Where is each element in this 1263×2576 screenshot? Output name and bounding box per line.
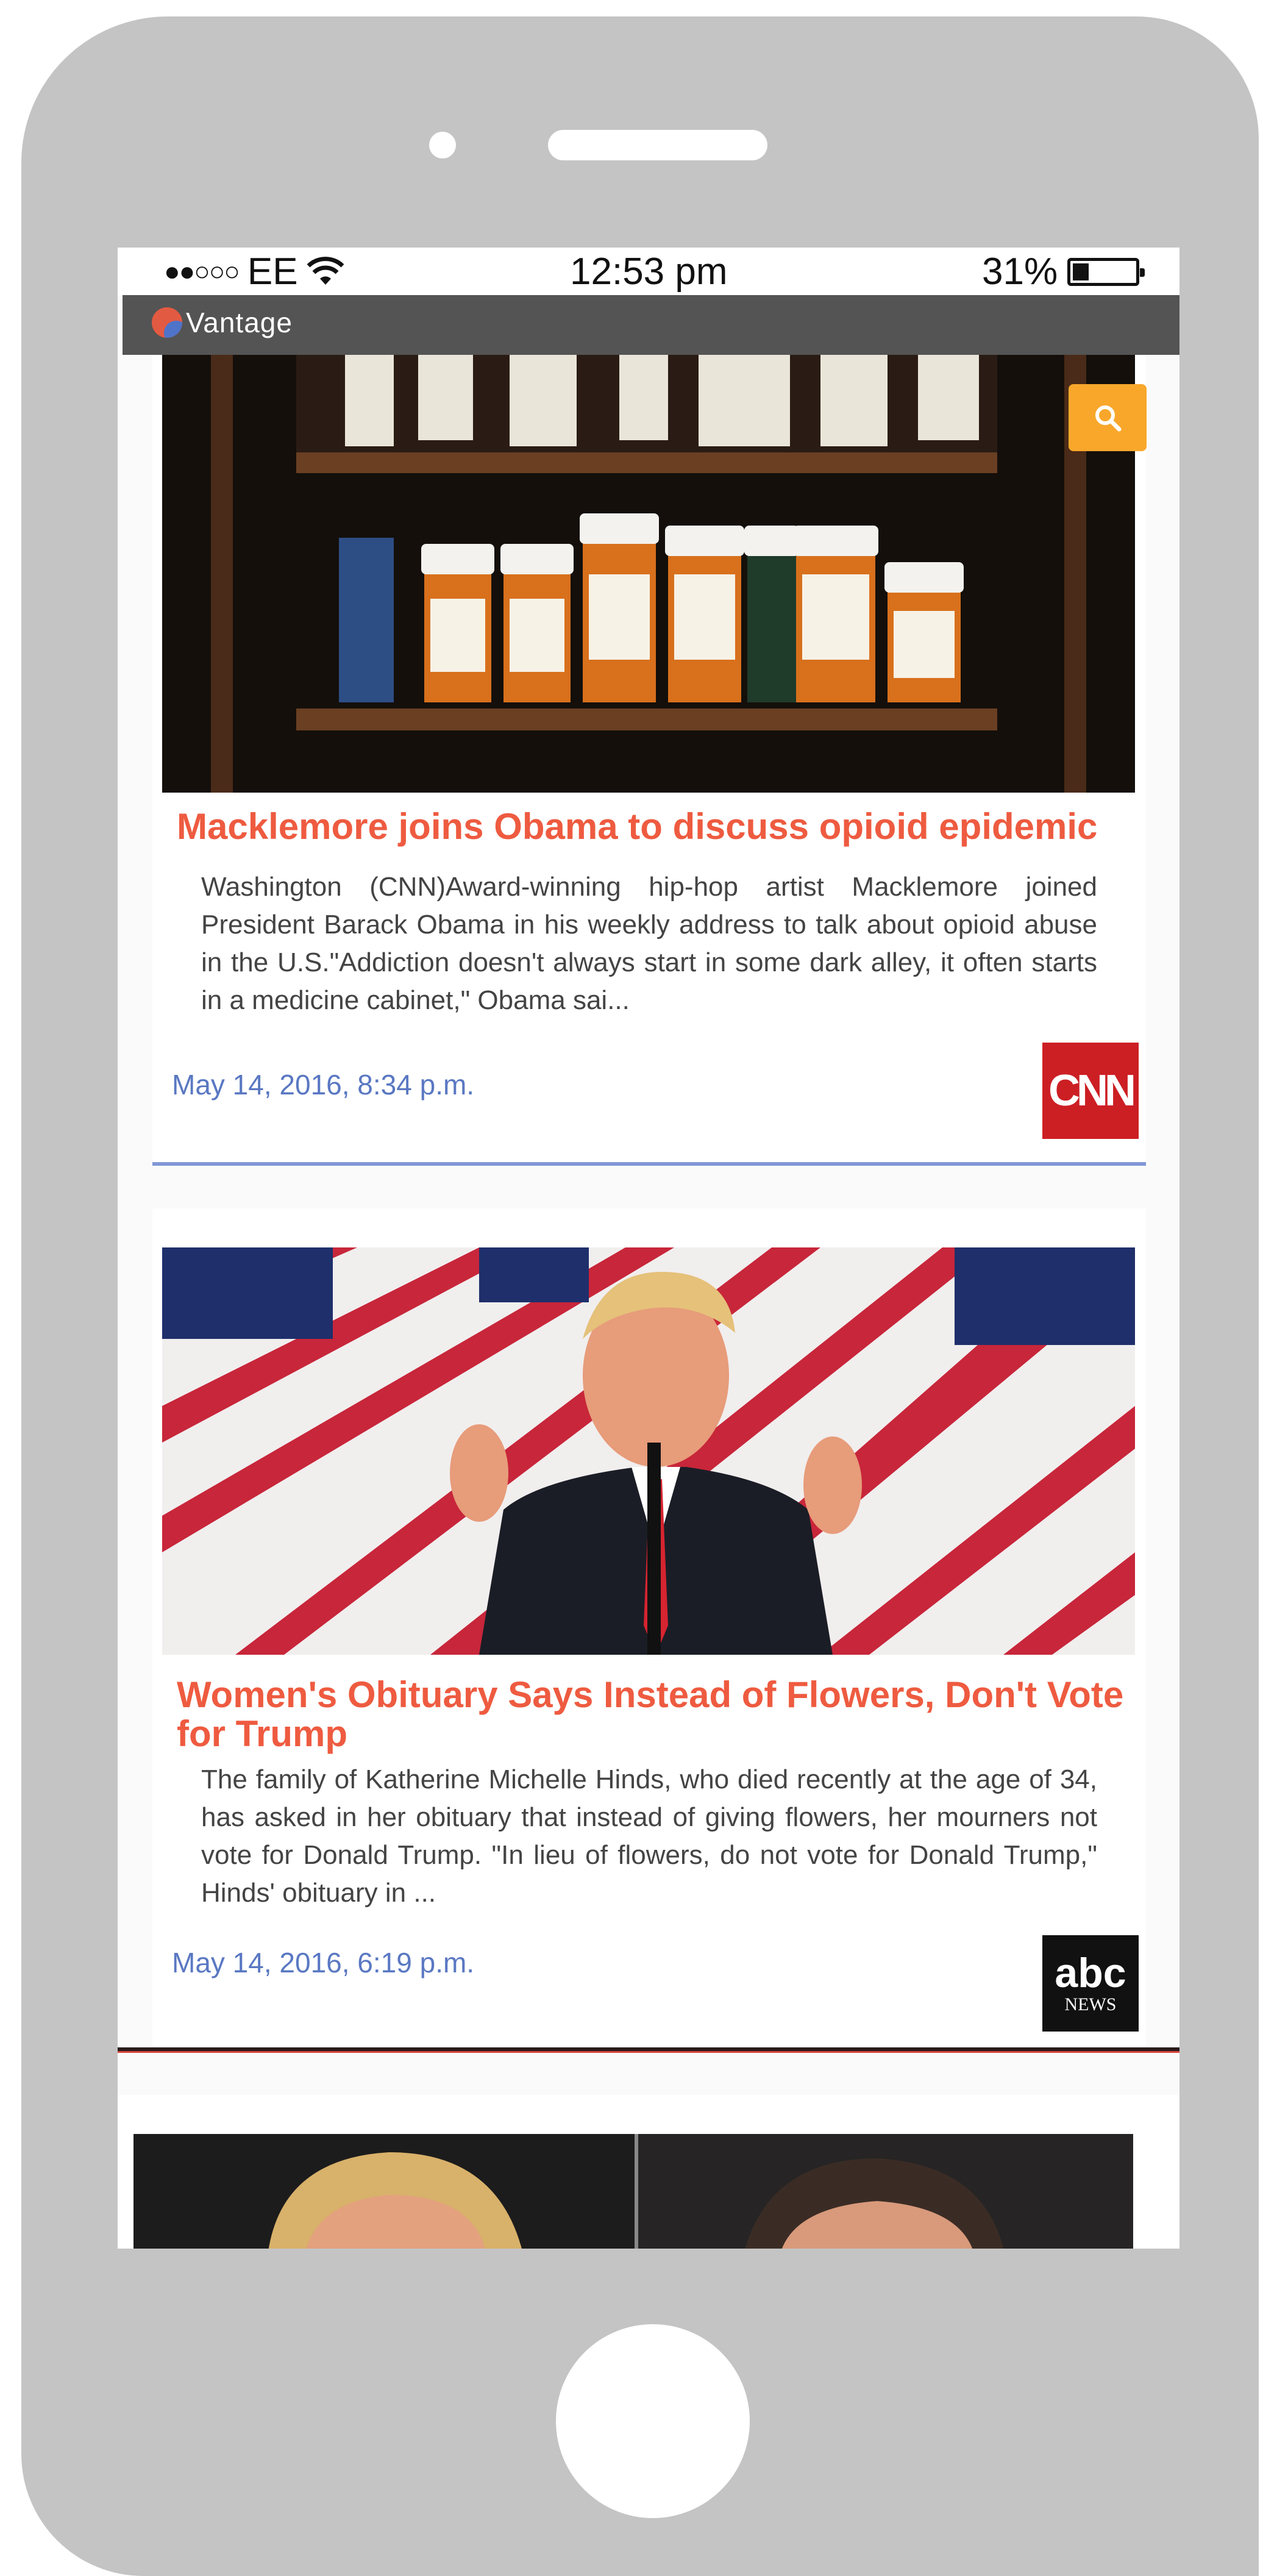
speaker-slot [548, 130, 767, 160]
carrier-group: ●●○○○ EE [164, 250, 344, 293]
phone-screen: ●●○○○ EE 12:53 pm 31% Vantage Macklemore… [118, 248, 1179, 2249]
article-image-two-portraits[interactable] [133, 2134, 1133, 2249]
article-divider [118, 2047, 1179, 2053]
cnn-logo-text: CNN [1048, 1066, 1136, 1115]
article-image-pill-bottles[interactable] [162, 355, 1135, 793]
article-datetime: May 14, 2016, 8:34 p.m. [172, 1069, 475, 1101]
battery-group: 31% [982, 250, 1145, 293]
article-headline[interactable]: Macklemore joins Obama to discuss opioid… [177, 807, 1128, 846]
abc-logo-subtext: NEWS [1064, 1994, 1117, 2014]
clock: 12:53 pm [570, 251, 728, 293]
vantage-logo-icon [152, 307, 182, 338]
wifi-icon [307, 256, 344, 285]
pill-bottles-illustration [162, 355, 1135, 793]
app-bar: Vantage [123, 295, 1179, 355]
battery-percent: 31% [982, 251, 1058, 293]
article-headline[interactable]: Women's Obituary Says Instead of Flowers… [177, 1675, 1128, 1754]
article-datetime: May 14, 2016, 6:19 p.m. [172, 1947, 475, 1978]
signal-strength-icon: ●●○○○ [164, 256, 240, 287]
abc-logo-text: abc [1055, 1950, 1126, 1996]
search-button[interactable] [1069, 384, 1147, 451]
article-summary: The family of Katherine Michelle Hinds, … [201, 1764, 1097, 1908]
article-card[interactable] [118, 2095, 1179, 2249]
article-card[interactable]: Women's Obituary Says Instead of Flowers… [152, 1208, 1146, 2047]
battery-fill [1073, 263, 1089, 280]
two-portraits-illustration [133, 2134, 1133, 2249]
cnn-logo[interactable]: CNN [1042, 1043, 1139, 1139]
search-icon [1095, 405, 1122, 432]
article-divider [152, 1162, 1146, 1166]
carrier-name: EE [247, 251, 298, 293]
app-name: Vantage [186, 307, 293, 338]
article-image-speaker[interactable] [162, 1247, 1135, 1655]
battery-tip [1140, 268, 1145, 277]
speaker-with-flags-illustration [162, 1247, 1135, 1655]
camera-dot [429, 132, 456, 159]
status-bar: ●●○○○ EE 12:53 pm 31% [118, 248, 1179, 295]
article-summary: Washington (CNN)Award-winning hip-hop ar… [201, 872, 1097, 1015]
article-card[interactable]: Macklemore joins Obama to discuss opioid… [152, 355, 1146, 1166]
app-logo[interactable]: Vantage [152, 306, 293, 339]
battery-icon [1067, 257, 1145, 286]
abc-news-logo[interactable]: abc NEWS [1042, 1935, 1139, 2032]
home-button[interactable] [556, 2324, 750, 2518]
